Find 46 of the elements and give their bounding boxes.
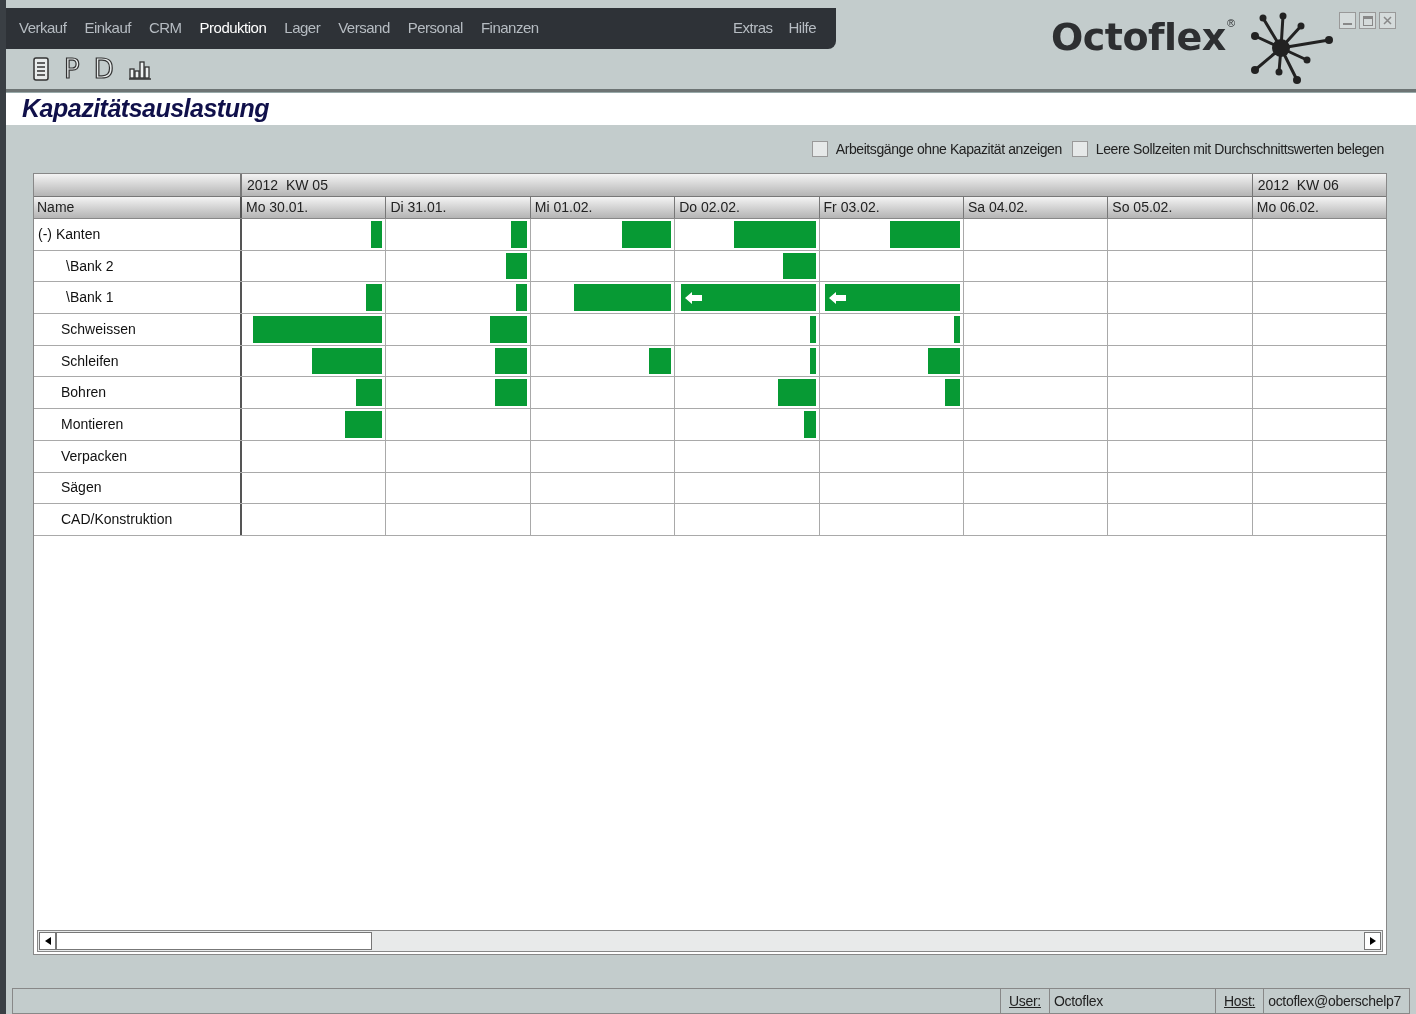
day-header: Do 02.02. (675, 197, 820, 218)
status-value: octoflex@oberschelp7 (1267, 991, 1402, 1011)
menu-item[interactable]: CRM (148, 17, 182, 40)
menu-item[interactable]: Lager (284, 17, 321, 40)
checkbox-label: Leere Sollzeiten mit Durchschnittswerten belegen (1095, 139, 1384, 159)
menu-item[interactable]: Verkauf (19, 17, 67, 40)
document-icon[interactable] (32, 57, 50, 82)
week-header: 2012 KW 06 (1252, 174, 1386, 197)
registered-mark: ® (1226, 18, 1235, 29)
menu-item[interactable]: Finanzen (480, 17, 539, 40)
day-header: Fr 03.02. (819, 197, 964, 218)
day-header: Mo 06.02. (1252, 197, 1386, 218)
day-header: Mo 30.01. (242, 197, 387, 218)
menu-item[interactable]: Personal (407, 17, 463, 40)
column-header[interactable]: Name (34, 197, 242, 218)
week-header: 2012 KW 05 (242, 174, 1253, 197)
close-icon (1383, 16, 1392, 25)
left-arrow-icon (44, 937, 51, 945)
menu-item[interactable]: Einkauf (84, 17, 131, 40)
bar-chart-icon[interactable] (127, 58, 152, 81)
status-label: User: (1001, 989, 1050, 1013)
horizontal-scrollbar[interactable] (37, 930, 1383, 952)
menu-item[interactable]: Produktion (199, 17, 267, 40)
minimize-button[interactable] (1339, 12, 1356, 29)
status-value: Octoflex (1052, 991, 1104, 1011)
day-header: Di 31.01. (386, 197, 531, 218)
checkbox[interactable] (811, 141, 828, 157)
close-button[interactable] (1379, 12, 1396, 29)
scroll-right-button[interactable] (1364, 932, 1381, 950)
checkbox[interactable] (1071, 141, 1088, 157)
checkbox-label: Arbeitsgänge ohne Kapazität anzeigen (835, 139, 1062, 159)
menu-item[interactable]: Extras (732, 17, 773, 40)
logo-wordmark: Octoflex (1050, 18, 1226, 56)
menu-item[interactable]: Hilfe (788, 17, 816, 40)
menu-item[interactable]: Versand (338, 17, 390, 40)
maximize-button[interactable] (1359, 12, 1376, 29)
day-header: So 05.02. (1108, 197, 1253, 218)
status-label: Host: (1216, 989, 1265, 1013)
right-arrow-icon (1369, 937, 1376, 945)
page-title: Kapazitätsauslastung (22, 93, 269, 125)
day-header: Sa 04.02. (963, 197, 1109, 218)
day-header: Mi 01.02. (530, 197, 676, 218)
left-arrow-icon (684, 291, 703, 304)
scroll-left-button[interactable] (39, 932, 56, 950)
left-arrow-icon (829, 291, 848, 304)
scroll-thumb[interactable] (56, 932, 372, 950)
